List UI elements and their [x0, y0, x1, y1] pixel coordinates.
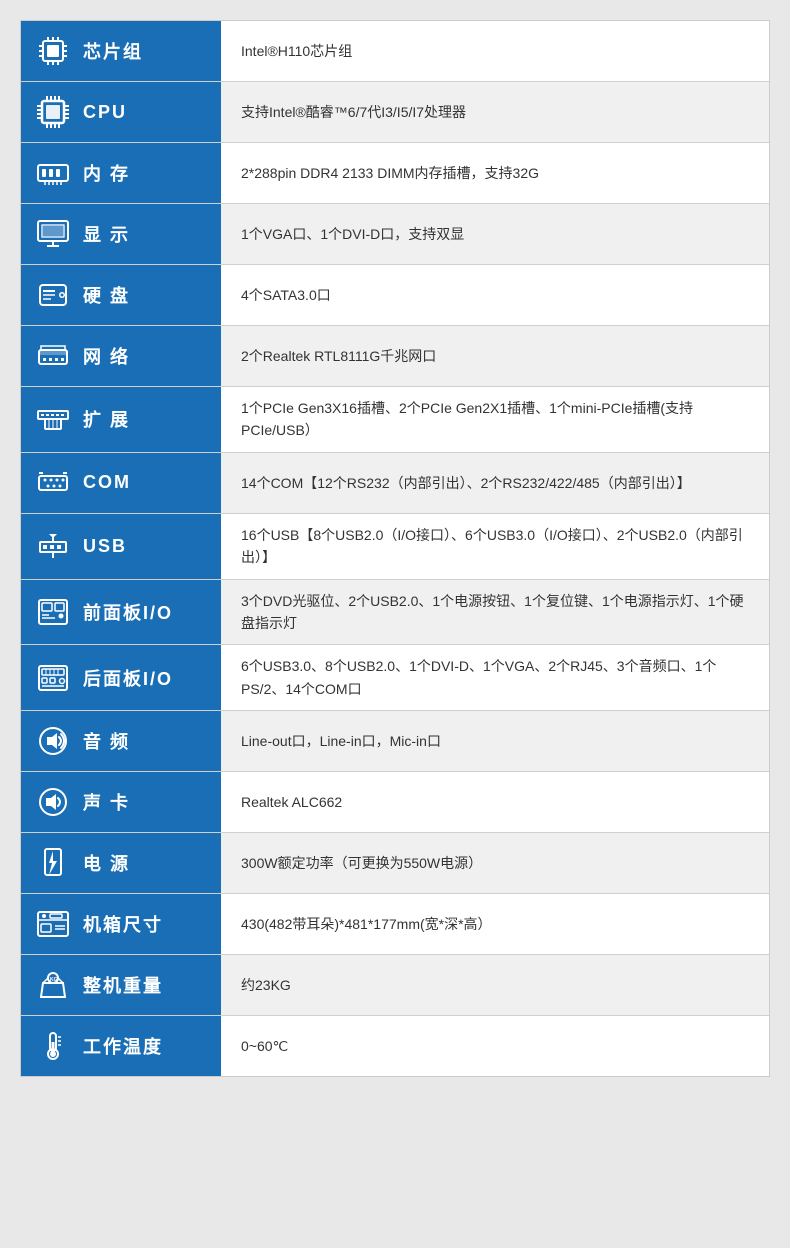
- value-cell-front-panel: 3个DVD光驱位、2个USB2.0、1个电源按钮、1个复位键、1个电源指示灯、1…: [221, 580, 769, 645]
- com-icon: [31, 461, 75, 505]
- value-cell-sound-card: Realtek ALC662: [221, 772, 769, 832]
- label-text-front-panel: 前面板I/O: [83, 599, 173, 625]
- spec-row-cpu: CPU 支持Intel®酷睿™6/7代I3/I5/I7处理器: [21, 82, 769, 143]
- label-text-network: 网 络: [83, 343, 130, 369]
- spec-row-chassis: 机箱尺寸 430(482带耳朵)*481*177mm(宽*深*高）: [21, 894, 769, 955]
- expansion-icon: [31, 397, 75, 441]
- front-panel-icon: [31, 590, 75, 634]
- memory-icon: [31, 151, 75, 195]
- spec-row-front-panel: 前面板I/O 3个DVD光驱位、2个USB2.0、1个电源按钮、1个复位键、1个电…: [21, 580, 769, 646]
- spec-row-chipset: 芯片组 Intel®H110芯片组: [21, 21, 769, 82]
- value-cell-network: 2个Realtek RTL8111G千兆网口: [221, 326, 769, 386]
- storage-icon: [31, 273, 75, 317]
- label-text-weight: 整机重量: [83, 972, 163, 998]
- value-cell-com: 14个COM【12个RS232（内部引出）、2个RS232/422/485（内部…: [221, 453, 769, 513]
- label-text-chipset: 芯片组: [83, 38, 143, 64]
- label-cell-sound-card: 声 卡: [21, 772, 221, 832]
- label-cell-display: 显 示: [21, 204, 221, 264]
- label-cell-com: COM: [21, 453, 221, 513]
- value-cell-usb: 16个USB【8个USB2.0（I/O接口）、6个USB3.0（I/O接口）、2…: [221, 514, 769, 579]
- value-cell-temperature: 0~60℃: [221, 1016, 769, 1076]
- label-text-sound-card: 声 卡: [83, 789, 130, 815]
- label-cell-cpu: CPU: [21, 82, 221, 142]
- spec-row-storage: 硬 盘 4个SATA3.0口: [21, 265, 769, 326]
- spec-row-expansion: 扩 展 1个PCIe Gen3X16插槽、2个PCIe Gen2X1插槽、1个mi…: [21, 387, 769, 453]
- label-cell-weight: KG 整机重量: [21, 955, 221, 1015]
- sound-card-icon: [31, 780, 75, 824]
- value-cell-rear-panel: 6个USB3.0、8个USB2.0、1个DVI-D、1个VGA、2个RJ45、3…: [221, 645, 769, 710]
- usb-icon: [31, 524, 75, 568]
- value-cell-weight: 约23KG: [221, 955, 769, 1015]
- value-cell-memory: 2*288pin DDR4 2133 DIMM内存插槽，支持32G: [221, 143, 769, 203]
- network-icon: [31, 334, 75, 378]
- spec-row-memory: 内 存 2*288pin DDR4 2133 DIMM内存插槽，支持32G: [21, 143, 769, 204]
- label-cell-expansion: 扩 展: [21, 387, 221, 452]
- audio-icon: [31, 719, 75, 763]
- value-cell-power: 300W额定功率（可更换为550W电源）: [221, 833, 769, 893]
- label-text-expansion: 扩 展: [83, 406, 130, 432]
- label-text-cpu: CPU: [83, 102, 127, 123]
- spec-row-audio: 音 频 Line-out口，Line-in口，Mic-in口: [21, 711, 769, 772]
- spec-row-sound-card: 声 卡 Realtek ALC662: [21, 772, 769, 833]
- label-text-chassis: 机箱尺寸: [83, 911, 163, 937]
- label-cell-front-panel: 前面板I/O: [21, 580, 221, 645]
- spec-row-network: 网 络 2个Realtek RTL8111G千兆网口: [21, 326, 769, 387]
- label-text-temperature: 工作温度: [83, 1033, 163, 1059]
- label-cell-chipset: 芯片组: [21, 21, 221, 81]
- spec-row-display: 显 示 1个VGA口、1个DVI-D口，支持双显: [21, 204, 769, 265]
- spec-row-rear-panel: 后面板I/O 6个USB3.0、8个USB2.0、1个DVI-D、1个VGA、2个…: [21, 645, 769, 711]
- label-cell-rear-panel: 后面板I/O: [21, 645, 221, 710]
- label-cell-audio: 音 频: [21, 711, 221, 771]
- display-icon: [31, 212, 75, 256]
- spec-row-temperature: 工作温度 0~60℃: [21, 1016, 769, 1076]
- label-cell-chassis: 机箱尺寸: [21, 894, 221, 954]
- power-icon: [31, 841, 75, 885]
- label-cell-memory: 内 存: [21, 143, 221, 203]
- label-cell-power: 电 源: [21, 833, 221, 893]
- value-cell-storage: 4个SATA3.0口: [221, 265, 769, 325]
- value-cell-display: 1个VGA口、1个DVI-D口，支持双显: [221, 204, 769, 264]
- label-text-display: 显 示: [83, 221, 130, 247]
- spec-row-power: 电 源 300W额定功率（可更换为550W电源）: [21, 833, 769, 894]
- spec-row-com: COM 14个COM【12个RS232（内部引出）、2个RS232/422/485…: [21, 453, 769, 514]
- rear-panel-icon: [31, 656, 75, 700]
- label-text-com: COM: [83, 472, 131, 493]
- label-text-usb: USB: [83, 536, 127, 557]
- weight-icon: KG: [31, 963, 75, 1007]
- value-cell-cpu: 支持Intel®酷睿™6/7代I3/I5/I7处理器: [221, 82, 769, 142]
- label-cell-network: 网 络: [21, 326, 221, 386]
- chassis-icon: [31, 902, 75, 946]
- cpu-icon: [31, 90, 75, 134]
- label-cell-storage: 硬 盘: [21, 265, 221, 325]
- label-cell-temperature: 工作温度: [21, 1016, 221, 1076]
- spec-row-usb: USB 16个USB【8个USB2.0（I/O接口）、6个USB3.0（I/O接口…: [21, 514, 769, 580]
- value-cell-chassis: 430(482带耳朵)*481*177mm(宽*深*高）: [221, 894, 769, 954]
- temperature-icon: [31, 1024, 75, 1068]
- spec-table: 芯片组 Intel®H110芯片组 CPU 支持Intel®酷睿™6/7代I3/I5…: [20, 20, 770, 1077]
- value-cell-audio: Line-out口，Line-in口，Mic-in口: [221, 711, 769, 771]
- spec-row-weight: KG 整机重量约23KG: [21, 955, 769, 1016]
- label-text-audio: 音 频: [83, 728, 130, 754]
- value-cell-expansion: 1个PCIe Gen3X16插槽、2个PCIe Gen2X1插槽、1个mini-…: [221, 387, 769, 452]
- label-text-memory: 内 存: [83, 160, 130, 186]
- value-cell-chipset: Intel®H110芯片组: [221, 21, 769, 81]
- label-cell-usb: USB: [21, 514, 221, 579]
- label-text-storage: 硬 盘: [83, 282, 130, 308]
- chipset-icon: [31, 29, 75, 73]
- label-text-power: 电 源: [83, 850, 130, 876]
- label-text-rear-panel: 后面板I/O: [83, 665, 173, 691]
